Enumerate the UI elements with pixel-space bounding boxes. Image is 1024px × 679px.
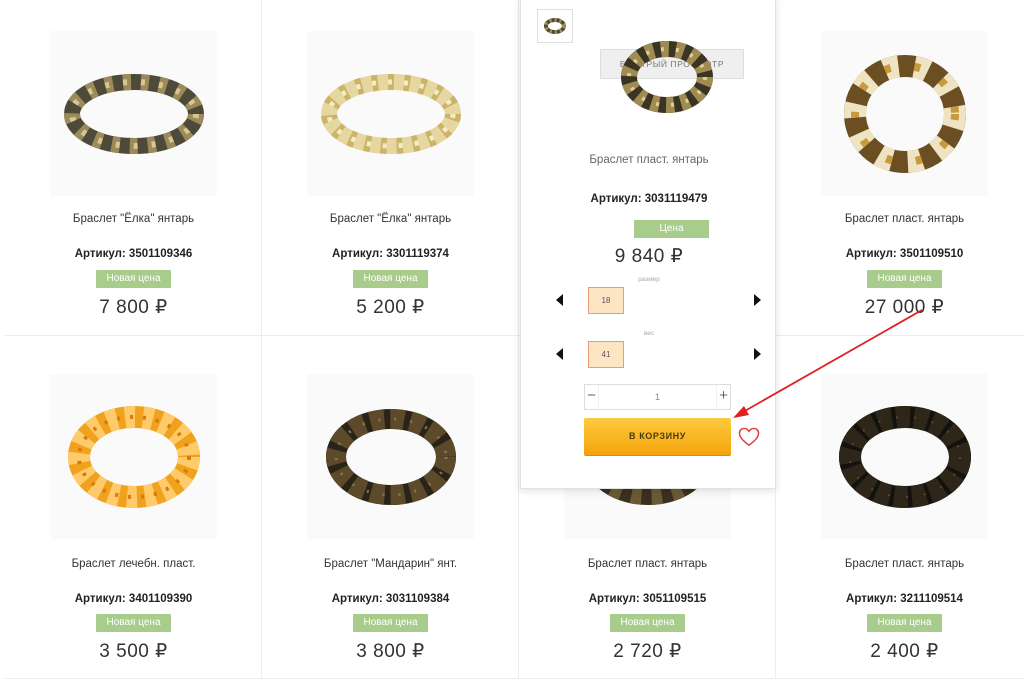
- product-price: 7 800 ₽: [99, 297, 168, 318]
- heart-outline-icon[interactable]: [738, 427, 760, 447]
- product-sku: Артикул: 3031109384: [331, 593, 450, 605]
- product-card[interactable]: Браслет пласт. янтарь Артикул: 321110951…: [776, 336, 1024, 679]
- product-card[interactable]: Браслет пласт. янтарь Артикул: 350110951…: [776, 0, 1024, 336]
- product-card[interactable]: Браслет "Мандарин" янт. Артикул: 3031109…: [262, 336, 519, 679]
- weight-next-arrow-icon[interactable]: [754, 348, 761, 360]
- product-name[interactable]: Браслет пласт. янтарь: [521, 154, 777, 166]
- product-price: 27 000 ₽: [864, 297, 945, 318]
- size-option[interactable]: 18: [588, 287, 624, 314]
- product-sku: Артикул: 3501109510: [845, 248, 964, 260]
- quick-view-popup: БЫСТРЫЙ ПРОСМОТР Браслет пласт. янтарь А…: [520, 0, 776, 489]
- product-name[interactable]: Браслет пласт. янтарь: [519, 558, 776, 570]
- price-badge: Новая цена: [96, 614, 171, 632]
- product-card[interactable]: Браслет лечебн. пласт. Артикул: 34011093…: [5, 336, 262, 679]
- product-price: 9 840 ₽: [614, 246, 684, 267]
- price-badge: Новая цена: [353, 270, 428, 288]
- weight-prev-arrow-icon[interactable]: [556, 348, 563, 360]
- product-image[interactable]: [619, 37, 715, 117]
- product-image[interactable]: [307, 31, 474, 196]
- product-image[interactable]: [50, 374, 217, 539]
- product-sku: Артикул: 3401109390: [74, 593, 193, 605]
- product-name[interactable]: Браслет "Мандарин" янт.: [262, 558, 519, 570]
- price-badge: Новая цена: [610, 614, 685, 632]
- product-price: 5 200 ₽: [356, 297, 425, 318]
- product-thumbnail[interactable]: [537, 9, 573, 43]
- product-grid: Браслет "Ёлка" янтарь Артикул: 350110934…: [5, 0, 1024, 679]
- product-price: 3 800 ₽: [356, 641, 425, 662]
- product-sku: Артикул: 3211109514: [846, 593, 963, 605]
- quantity-input[interactable]: [598, 385, 717, 409]
- price-badge: Новая цена: [353, 614, 428, 632]
- product-sku: Артикул: 3501109346: [74, 248, 193, 260]
- price-badge: Новая цена: [867, 270, 942, 288]
- product-name[interactable]: Браслет "Ёлка" янтарь: [262, 213, 519, 225]
- product-sku: Артикул: 3051109515: [588, 593, 707, 605]
- price-badge: Цена: [634, 220, 709, 238]
- product-card[interactable]: Браслет "Ёлка" янтарь Артикул: 350110934…: [5, 0, 262, 336]
- product-image[interactable]: [821, 31, 988, 196]
- product-sku: Артикул: 3031119479: [590, 193, 708, 205]
- size-label: размер: [638, 276, 660, 283]
- product-image[interactable]: [50, 31, 217, 196]
- product-name[interactable]: Браслет пласт. янтарь: [776, 213, 1024, 225]
- size-next-arrow-icon[interactable]: [754, 294, 761, 306]
- price-badge: Новая цена: [96, 270, 171, 288]
- product-name[interactable]: Браслет лечебн. пласт.: [5, 558, 262, 570]
- weight-option[interactable]: 41: [588, 341, 624, 368]
- product-price: 2 720 ₽: [613, 641, 682, 662]
- size-prev-arrow-icon[interactable]: [556, 294, 563, 306]
- add-to-cart-button[interactable]: В КОРЗИНУ: [584, 418, 731, 456]
- quantity-decrease-button[interactable]: −: [585, 385, 598, 409]
- product-name[interactable]: Браслет пласт. янтарь: [776, 558, 1024, 570]
- quantity-stepper: − +: [584, 384, 731, 410]
- product-image[interactable]: [821, 374, 988, 539]
- price-badge: Новая цена: [867, 614, 942, 632]
- product-price: 2 400 ₽: [870, 641, 939, 662]
- quantity-increase-button[interactable]: +: [717, 385, 730, 409]
- product-price: 3 500 ₽: [99, 641, 168, 662]
- product-card[interactable]: Браслет "Ёлка" янтарь Артикул: 330111937…: [262, 0, 519, 336]
- product-sku: Артикул: 3301119374: [332, 248, 449, 260]
- weight-label: вес: [643, 330, 655, 337]
- product-name[interactable]: Браслет "Ёлка" янтарь: [5, 213, 262, 225]
- product-image[interactable]: [307, 374, 474, 539]
